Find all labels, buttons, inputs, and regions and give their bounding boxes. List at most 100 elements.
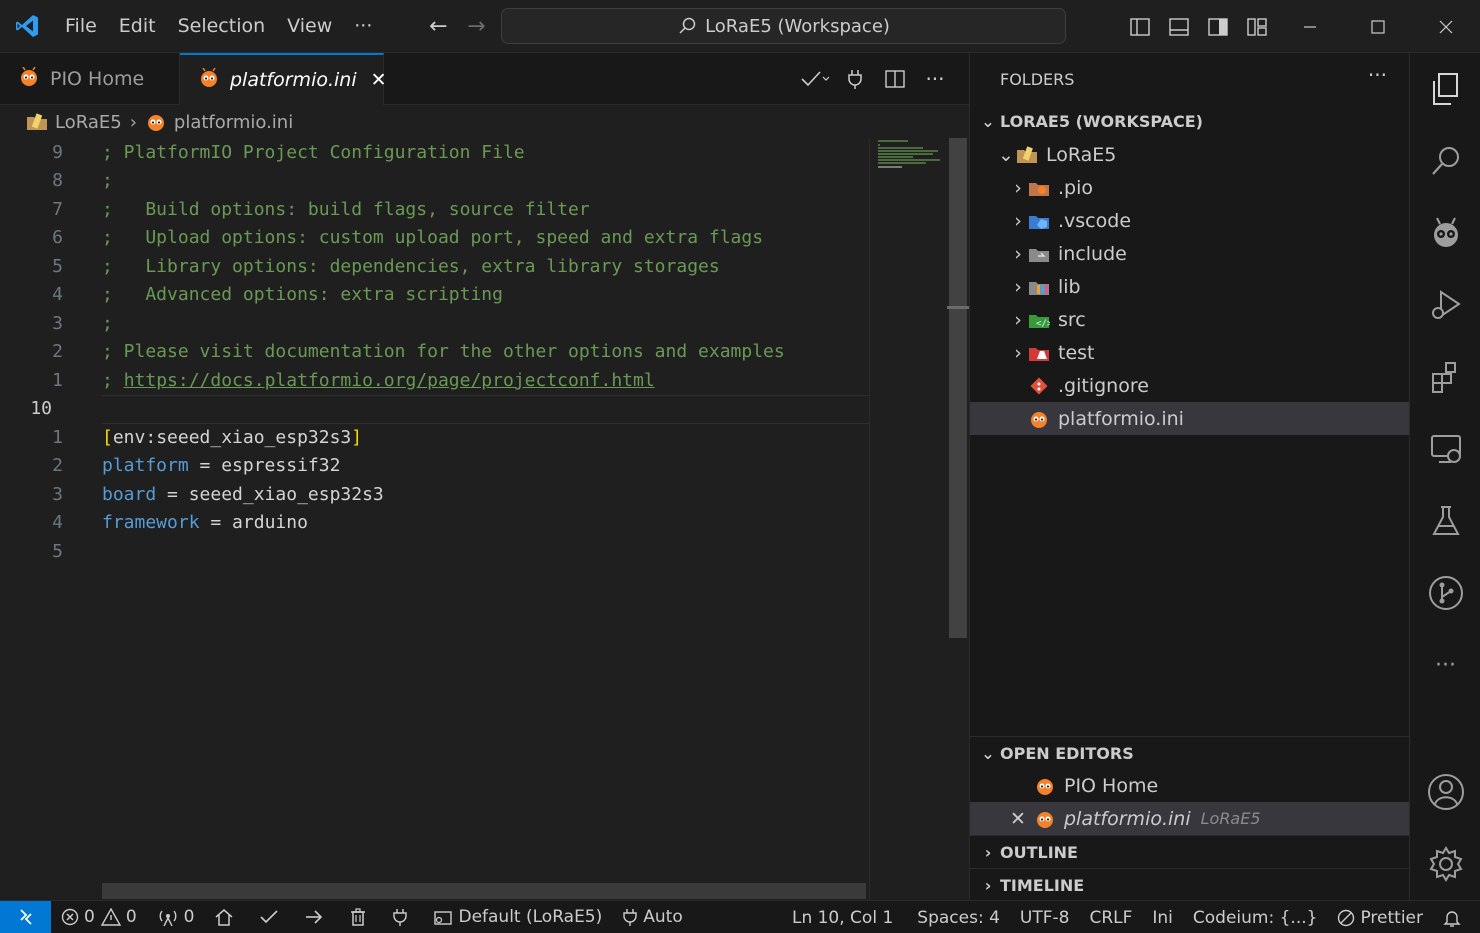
broadcast-icon (159, 910, 177, 926)
workspace-section[interactable]: ⌄ LORAE5 (WORKSPACE) (970, 105, 1409, 138)
open-editor-pio-home[interactable]: PIO Home (970, 769, 1409, 802)
more-actions-icon[interactable]: ··· (915, 67, 955, 91)
minimize-icon[interactable] (1276, 0, 1344, 53)
tab-platformio-ini[interactable]: platformio.ini ✕ (180, 53, 387, 105)
breadcrumb-folder[interactable]: LoRaE5 (55, 112, 122, 133)
toggle-secondary-sidebar-icon[interactable] (1198, 17, 1237, 37)
port-label: Auto (643, 907, 683, 927)
activity-bar: ··· (1409, 53, 1480, 900)
chevron-right-icon: › (984, 842, 992, 862)
error-icon (61, 908, 79, 926)
breadcrumb-file[interactable]: platformio.ini (174, 112, 293, 133)
customize-layout-icon[interactable] (1237, 17, 1276, 37)
forward-arrow-icon[interactable]: → (457, 14, 495, 39)
minimap[interactable] (869, 138, 947, 900)
explorer-icon[interactable] (1410, 53, 1480, 125)
menu-file[interactable]: File (54, 0, 108, 53)
testing-flask-icon[interactable] (1410, 485, 1480, 557)
file-platformio-ini[interactable]: platformio.ini (970, 402, 1409, 435)
toggle-primary-sidebar-icon[interactable] (1120, 17, 1159, 37)
title-bar: File Edit Selection View ··· ← → LoRaE5 … (0, 0, 1480, 53)
more-views-icon[interactable]: ··· (1410, 629, 1480, 701)
codeium-status[interactable]: Codeium: {...} (1183, 901, 1328, 933)
workspace-folder-icon (1016, 145, 1038, 165)
remote-indicator-icon[interactable] (0, 900, 51, 933)
code-line: 3 board = seeed_xiao_esp32s3 (52, 483, 384, 505)
end-of-line[interactable]: CRLF (1079, 901, 1142, 933)
platformio-ant-icon (147, 115, 164, 131)
run-debug-icon[interactable] (1410, 269, 1480, 341)
folder-test[interactable]: › test (970, 336, 1409, 369)
vscode-logo-icon (0, 0, 54, 53)
platformio-icon[interactable] (1410, 197, 1480, 269)
open-editors-section[interactable]: ⌄ OPEN EDITORS (970, 736, 1409, 769)
folder-lib[interactable]: › lib (970, 270, 1409, 303)
folder-vscode[interactable]: › .vscode (970, 204, 1409, 237)
file-gitignore[interactable]: .gitignore (970, 369, 1409, 402)
ports-indicator[interactable]: 0 (147, 901, 205, 933)
menu-edit[interactable]: Edit (108, 0, 167, 53)
tab-label: platformio.ini (230, 69, 357, 91)
pio-clean-trash-icon[interactable] (339, 901, 382, 933)
cursor-position[interactable]: Ln 10, Col 1 (782, 901, 903, 933)
chevron-down-icon: ⌄ (981, 112, 995, 131)
accounts-icon[interactable] (1410, 756, 1480, 828)
toggle-panel-icon[interactable] (1159, 17, 1198, 37)
upload-plug-icon[interactable] (835, 69, 875, 89)
vertical-scrollbar[interactable] (947, 138, 969, 900)
pio-folder-icon (1028, 178, 1050, 198)
search-icon[interactable] (1410, 125, 1480, 197)
src-folder-icon: </> (1028, 310, 1050, 330)
scrollbar-thumb[interactable] (949, 138, 967, 638)
search-icon (679, 17, 696, 34)
close-window-icon[interactable] (1412, 0, 1480, 53)
code-editor[interactable]: 9; PlatformIO Project Configuration File… (0, 138, 869, 900)
split-editor-icon[interactable] (875, 69, 915, 89)
code-line: 1; https://docs.platformio.org/page/proj… (52, 369, 655, 391)
vscode-folder-icon (1028, 211, 1050, 231)
maximize-icon[interactable] (1344, 0, 1412, 53)
tab-pio-home[interactable]: PIO Home (0, 53, 180, 105)
remote-explorer-icon[interactable] (1410, 413, 1480, 485)
sidebar-more-icon[interactable]: ··· (1368, 63, 1387, 87)
problems-indicator[interactable]: 0 0 (51, 901, 147, 933)
close-tab-icon[interactable]: ✕ (371, 69, 387, 91)
pio-home-icon[interactable] (204, 901, 249, 933)
extensions-icon[interactable] (1410, 341, 1480, 413)
pio-upload-arrow-icon[interactable] (294, 901, 339, 933)
indentation[interactable]: Spaces: 4 (907, 901, 1010, 933)
close-icon[interactable]: ✕ (1008, 808, 1028, 830)
source-control-icon[interactable] (1410, 557, 1480, 629)
pio-env-switcher[interactable]: Default (LoRaE5) (423, 901, 612, 933)
status-bar: 0 0 0 Default (LoRaE5) Auto Ln 10, Col 1… (0, 900, 1480, 933)
folder-lorae5[interactable]: ⌄ LoRaE5 (970, 138, 1409, 171)
settings-gear-icon[interactable] (1410, 828, 1480, 900)
open-editor-platformio-ini[interactable]: ✕ platformio.ini LoRaE5 (970, 802, 1409, 835)
explorer-sidebar: FOLDERS ··· ⌄ LORAE5 (WORKSPACE) ⌄ LoRaE… (969, 53, 1409, 900)
editor-tab-bar: PIO Home platformio.ini ✕ ··· (0, 53, 969, 105)
folder-pio[interactable]: › .pio (970, 171, 1409, 204)
menu-more[interactable]: ··· (343, 0, 383, 53)
breadcrumb: LoRaE5 › platformio.ini (0, 106, 869, 138)
prettier-status[interactable]: Prettier (1327, 901, 1433, 933)
timeline-section[interactable]: › TIMELINE (970, 868, 1409, 901)
folder-src[interactable]: › </> src (970, 303, 1409, 336)
pio-build-icon[interactable] (249, 901, 294, 933)
menu-selection[interactable]: Selection (167, 0, 277, 53)
encoding[interactable]: UTF-8 (1010, 901, 1080, 933)
folder-include[interactable]: › include (970, 237, 1409, 270)
platformio-ant-icon (1034, 809, 1056, 829)
chevron-down-icon: ⌄ (981, 743, 995, 763)
horizontal-scrollbar[interactable] (102, 883, 866, 899)
command-center-search[interactable]: LoRaE5 (Workspace) (501, 8, 1066, 44)
pio-serial-monitor-plug-icon[interactable] (382, 901, 423, 933)
pio-port-auto[interactable]: Auto (612, 901, 692, 933)
menu-view[interactable]: View (276, 0, 343, 53)
outline-section[interactable]: › OUTLINE (970, 835, 1409, 868)
chevron-right-icon: › (1014, 242, 1022, 265)
notifications-bell-icon[interactable] (1433, 901, 1480, 933)
build-check-icon[interactable] (795, 69, 835, 89)
language-mode[interactable]: Ini (1142, 901, 1183, 933)
back-arrow-icon[interactable]: ← (419, 14, 457, 39)
docs-link[interactable]: https://docs.platformio.org/page/project… (124, 370, 655, 391)
